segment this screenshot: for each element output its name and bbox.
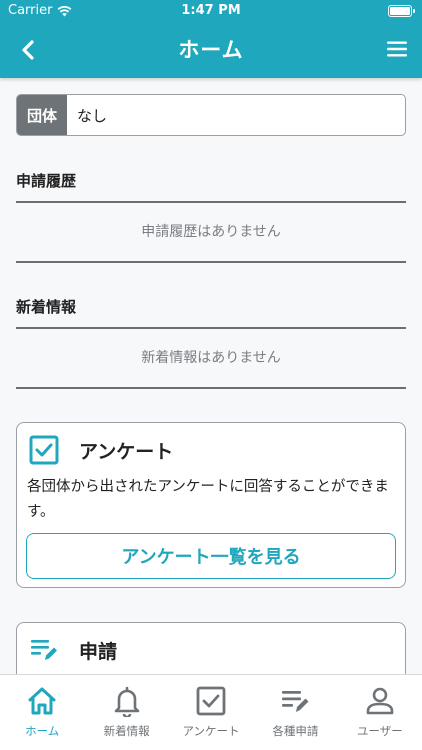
checkbox-icon xyxy=(29,435,59,465)
tab-applications[interactable]: 各種申請 xyxy=(253,675,337,750)
edit-list-icon xyxy=(282,691,309,712)
page-title: ホーム xyxy=(178,38,244,62)
tab-user-label: ユーザー xyxy=(356,724,403,738)
news-empty-message: 新着情報はありません xyxy=(141,350,281,366)
survey-list-button[interactable]: アンケート一覧を見る xyxy=(26,533,396,579)
tab-survey-label: アンケート xyxy=(182,724,240,738)
user-icon xyxy=(366,687,394,715)
group-selector[interactable]: 団体 なし xyxy=(16,94,406,136)
tab-news-label: 新着情報 xyxy=(103,724,150,738)
tab-bar: ホーム 新着情報 アンケート 各種申請 ユーザー xyxy=(0,674,422,750)
home-icon xyxy=(28,687,56,715)
survey-card: アンケート 各団体から出されたアンケートに回答することができます。 アンケート一… xyxy=(16,422,406,588)
tab-home-label: ホーム xyxy=(25,724,60,738)
application-card: 申請 xyxy=(16,622,406,674)
tab-applications-label: 各種申請 xyxy=(272,724,319,738)
survey-card-title: アンケート xyxy=(79,441,174,463)
main-content[interactable]: 団体 なし 申請履歴 申請履歴はありません 新着情報 新着情報はありません アン… xyxy=(0,78,422,674)
bell-icon xyxy=(114,686,139,717)
survey-card-description: 各団体から出されたアンケートに回答することができます。 xyxy=(27,479,389,520)
battery-icon xyxy=(388,5,415,17)
tab-survey[interactable]: アンケート xyxy=(169,675,253,750)
group-value: なし xyxy=(77,106,108,125)
checkbox-icon xyxy=(196,686,226,716)
news-section-title: 新着情報 xyxy=(16,298,77,316)
application-card-title: 申請 xyxy=(79,641,118,663)
history-empty-message: 申請履歴はありません xyxy=(141,224,281,240)
tab-home[interactable]: ホーム xyxy=(0,675,84,750)
status-time: 1:47 PM xyxy=(181,3,241,18)
navigation-bar: ホーム xyxy=(0,22,422,78)
history-section-title: 申請履歴 xyxy=(16,172,77,190)
news-divider-bottom xyxy=(16,387,406,389)
tab-news[interactable]: 新着情報 xyxy=(84,675,168,750)
history-divider-bottom xyxy=(16,261,406,263)
group-label: 団体 xyxy=(17,95,67,135)
hamburger-menu-icon[interactable] xyxy=(386,38,408,60)
news-divider-top xyxy=(16,327,406,329)
tab-user[interactable]: ユーザー xyxy=(338,675,422,750)
status-bar: Carrier 1:47 PM xyxy=(0,0,422,22)
history-divider-top xyxy=(16,201,406,203)
edit-list-icon xyxy=(31,640,57,660)
